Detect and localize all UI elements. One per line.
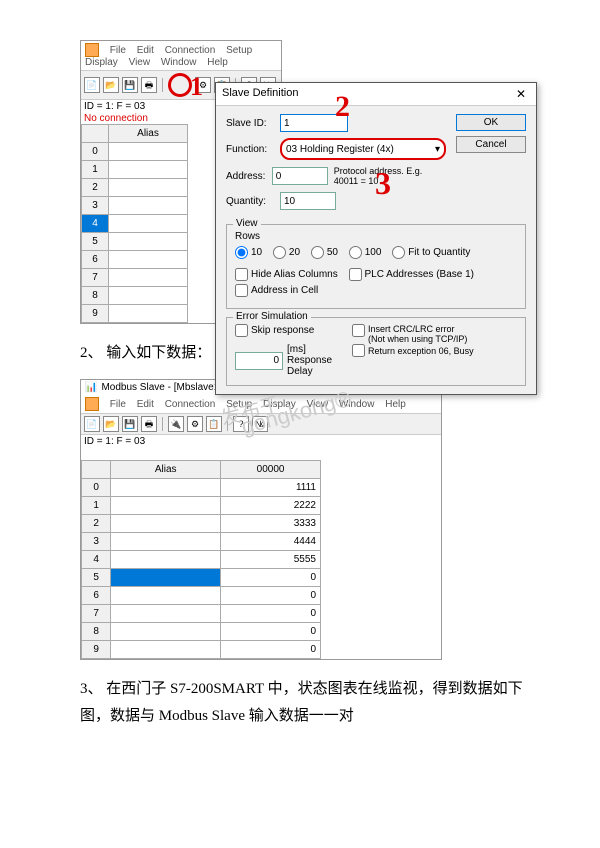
- crc-error-check[interactable]: Insert CRC/LRC error (Not when using TCP…: [352, 324, 467, 344]
- menu2-setup[interactable]: Setup: [226, 399, 252, 410]
- app2-icon: 📊: [85, 382, 97, 393]
- menubar-1: File Edit Connection Setup Display View …: [81, 41, 281, 70]
- ok-button[interactable]: OK: [456, 114, 526, 131]
- about-icon-2[interactable]: №: [252, 416, 268, 432]
- addr-cell-check[interactable]: Address in Cell: [235, 284, 318, 297]
- table-row: 80: [82, 623, 321, 641]
- address-label: Address:: [226, 171, 266, 182]
- col-alias: Alias: [109, 125, 188, 143]
- status-2: ID = 1: F = 03: [81, 435, 441, 448]
- menu-help[interactable]: Help: [207, 57, 228, 68]
- rows-10[interactable]: 10: [235, 246, 262, 259]
- quantity-label: Quantity:: [226, 196, 274, 207]
- rows-50[interactable]: 50: [311, 246, 338, 259]
- delay-label: [ms] Response Delay: [287, 344, 332, 377]
- print-icon[interactable]: 🖶: [141, 77, 157, 93]
- doc2-icon[interactable]: 📋: [206, 416, 222, 432]
- rows-fit[interactable]: Fit to Quantity: [392, 246, 470, 259]
- plc-addr-check[interactable]: PLC Addresses (Base 1): [349, 268, 475, 281]
- hide-alias-check[interactable]: Hide Alias Columns: [235, 268, 338, 281]
- save-icon-2[interactable]: 💾: [122, 416, 138, 432]
- function-combo[interactable]: 03 Holding Register (4x)▾: [280, 138, 446, 160]
- table-row: 90: [82, 641, 321, 659]
- config-icon[interactable]: ⚙: [195, 77, 211, 93]
- slave-definition-dialog: Slave Definition ✕ Slave ID: Function: 0…: [215, 82, 537, 395]
- table-row: 12222: [82, 497, 321, 515]
- app2-title: Modbus Slave - [Mbslave1]: [101, 382, 222, 393]
- grid-1: Alias 0 1 2 3 4 5 6 7 8 9: [81, 124, 188, 323]
- toolbar-2: 📄 📂 💾 🖶 🔌 ⚙ 📋 ? №: [81, 413, 441, 435]
- app-icon: [85, 43, 99, 57]
- help-icon-2[interactable]: ?: [233, 416, 249, 432]
- paragraph-3: 3、 在西门子 S7-200SMART 中，状态图表在线监视，得到数据如下图，数…: [80, 676, 550, 730]
- save-icon[interactable]: 💾: [122, 77, 138, 93]
- col2-val: 00000: [221, 461, 321, 479]
- table-row: 01111: [82, 479, 321, 497]
- slave-id-input[interactable]: [280, 114, 348, 132]
- table-row: 34444: [82, 533, 321, 551]
- table-row: 23333: [82, 515, 321, 533]
- new-icon-2[interactable]: 📄: [84, 416, 100, 432]
- proto-hint: Protocol address. E.g. 40011 = 10: [334, 166, 446, 186]
- menu-display[interactable]: Display: [85, 57, 118, 68]
- menu2-help[interactable]: Help: [385, 399, 406, 410]
- new-icon[interactable]: 📄: [84, 77, 100, 93]
- cancel-button[interactable]: Cancel: [456, 136, 526, 153]
- anno-circle-1: [168, 73, 192, 97]
- skip-response-check[interactable]: Skip response: [235, 324, 314, 337]
- rows-100[interactable]: 100: [349, 246, 382, 259]
- menu-window[interactable]: Window: [161, 57, 197, 68]
- menu-setup[interactable]: Setup: [226, 45, 252, 56]
- slave-id-label: Slave ID:: [226, 118, 274, 129]
- close-button[interactable]: ✕: [512, 87, 530, 101]
- menu2-view[interactable]: View: [307, 399, 329, 410]
- error-sim-group: Error Simulation Skip response [ms] Resp…: [226, 317, 526, 386]
- address-input[interactable]: [272, 167, 328, 185]
- menu2-display[interactable]: Display: [263, 399, 296, 410]
- ret06-check[interactable]: Return exception 06, Busy: [352, 344, 474, 357]
- menu-edit[interactable]: Edit: [137, 45, 154, 56]
- menu2-window[interactable]: Window: [339, 399, 375, 410]
- menu2-connection[interactable]: Connection: [165, 399, 216, 410]
- view-group: View Rows 10 20 50 100 Fit to Quantity H…: [226, 224, 526, 309]
- table-row: 60: [82, 587, 321, 605]
- menu2-edit[interactable]: Edit: [137, 399, 154, 410]
- menu-connection[interactable]: Connection: [165, 45, 216, 56]
- table-row: 70: [82, 605, 321, 623]
- quantity-input[interactable]: [280, 192, 336, 210]
- delay-input[interactable]: [235, 352, 283, 370]
- col2-alias: Alias: [111, 461, 221, 479]
- open-icon-2[interactable]: 📂: [103, 416, 119, 432]
- function-label: Function:: [226, 144, 274, 155]
- config-icon-2[interactable]: ⚙: [187, 416, 203, 432]
- menu-view[interactable]: View: [129, 57, 151, 68]
- dialog-title: Slave Definition: [222, 87, 298, 101]
- table-row: 50: [82, 569, 321, 587]
- table-row: 45555: [82, 551, 321, 569]
- open-icon[interactable]: 📂: [103, 77, 119, 93]
- rows-20[interactable]: 20: [273, 246, 300, 259]
- menu-file[interactable]: File: [110, 45, 126, 56]
- rows-label: Rows: [235, 231, 517, 242]
- doc-icon-2: [85, 397, 99, 411]
- print-icon-2[interactable]: 🖶: [141, 416, 157, 432]
- grid-2: Alias00000 01111 12222 23333 34444 45555…: [81, 460, 321, 659]
- conn-icon-2[interactable]: 🔌: [168, 416, 184, 432]
- menubar-2: File Edit Connection Setup Display View …: [81, 395, 441, 413]
- menu2-file[interactable]: File: [110, 399, 126, 410]
- chevron-down-icon: ▾: [435, 144, 440, 155]
